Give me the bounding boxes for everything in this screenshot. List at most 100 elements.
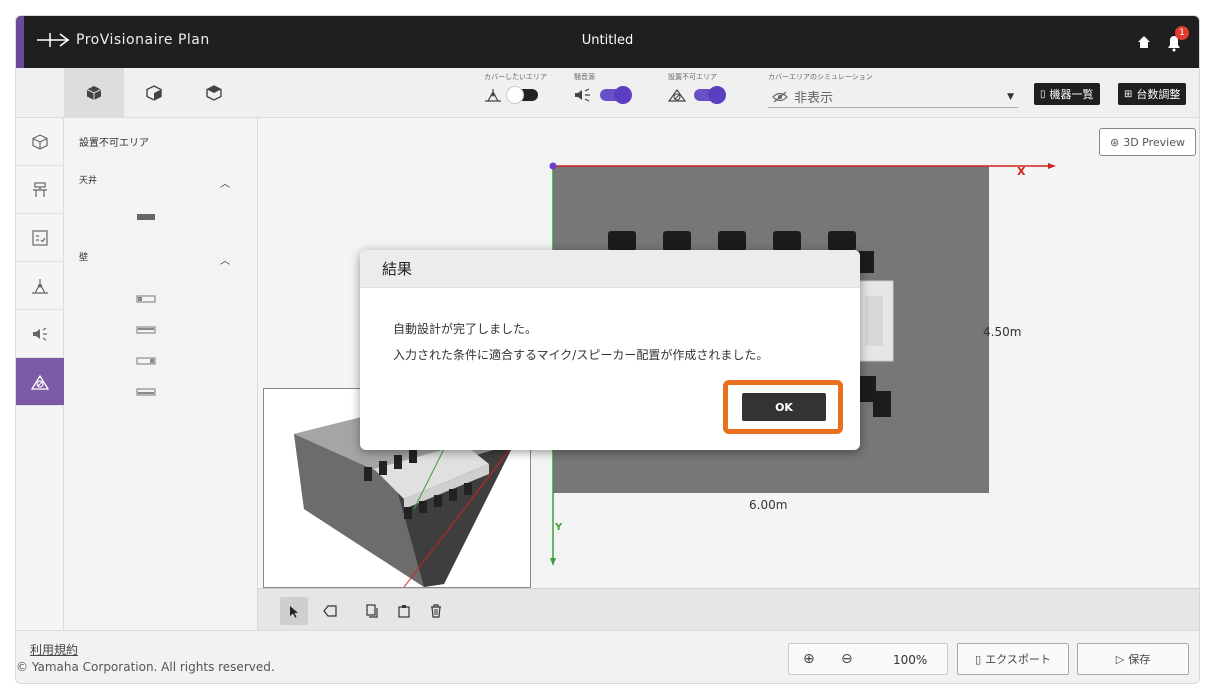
zoom-controls: ⊕ ⊖ 100% bbox=[788, 643, 948, 675]
noise-toggle[interactable] bbox=[600, 86, 632, 104]
chevron-down-icon: ▼ bbox=[1007, 91, 1014, 102]
room-cube-icon bbox=[32, 133, 48, 150]
document-icon: ▯ bbox=[1040, 88, 1046, 100]
panel-title: 設置不可エリア bbox=[79, 138, 149, 149]
speaker-noise-icon bbox=[575, 88, 590, 102]
3d-preview-label: 3D Preview bbox=[1123, 135, 1185, 149]
chair bbox=[828, 231, 856, 251]
wall-device-item-2[interactable] bbox=[136, 319, 156, 338]
ceiling-device-item[interactable] bbox=[136, 206, 156, 225]
cover-area-label: カバーしたいエリア bbox=[484, 73, 547, 81]
sidebar-item-cover-area[interactable] bbox=[16, 262, 64, 310]
app-footer: 利用規約 © Yamaha Corporation. All rights re… bbox=[16, 630, 1199, 683]
coverage-simulation-select[interactable]: 非表示 ▼ bbox=[768, 86, 1018, 108]
y-axis-arrow bbox=[550, 558, 556, 566]
view-tab-3d-side[interactable] bbox=[124, 68, 184, 118]
sidebar-item-checklist[interactable] bbox=[16, 214, 64, 262]
device-count-label: 台数調整 bbox=[1136, 88, 1181, 101]
export-label: エクスポート bbox=[985, 653, 1051, 666]
coverage-simulation-value: 非表示 bbox=[794, 91, 834, 106]
grid-icon: ⊞ bbox=[1124, 88, 1133, 100]
no-install-toggle[interactable] bbox=[694, 86, 726, 104]
view-tab-3d-top[interactable] bbox=[184, 68, 244, 118]
chair bbox=[858, 251, 874, 273]
area-tool-button[interactable] bbox=[316, 597, 344, 625]
result-dialog: 結果 自動設計が完了しました。 入力された条件に適合するマイク/スピーカー配置が… bbox=[360, 250, 860, 450]
select-tool-button[interactable] bbox=[280, 597, 308, 625]
dialog-message-line-1: 自動設計が完了しました。 bbox=[393, 322, 538, 336]
copyright-text: © Yamaha Corporation. All rights reserve… bbox=[16, 660, 275, 674]
noise-label: 騒音源 bbox=[574, 73, 595, 81]
coverage-simulation-label: カバーエリアのシミュレーション bbox=[768, 73, 873, 81]
ok-button[interactable]: OK bbox=[742, 393, 826, 421]
sidebar-item-no-install[interactable] bbox=[16, 358, 64, 406]
home-icon[interactable] bbox=[1137, 34, 1151, 53]
table-inner bbox=[865, 296, 883, 346]
sidebar-item-room[interactable] bbox=[16, 118, 64, 166]
chair bbox=[873, 391, 891, 417]
cover-area-toggle-group: カバーしたいエリア bbox=[484, 72, 547, 104]
delete-button[interactable] bbox=[422, 597, 450, 625]
cube-icon: ⊛ bbox=[1109, 135, 1120, 149]
copy-button[interactable] bbox=[358, 597, 386, 625]
trash-icon bbox=[431, 604, 441, 618]
paste-button[interactable] bbox=[390, 597, 418, 625]
x-axis-arrow bbox=[1048, 163, 1056, 169]
export-icon: ▯ bbox=[975, 652, 982, 666]
room-depth-dimension: 4.50m bbox=[983, 325, 1022, 339]
device-count-button[interactable]: ⊞ 台数調整 bbox=[1118, 83, 1187, 105]
no-install-icon bbox=[668, 88, 686, 102]
copy-icon bbox=[366, 604, 378, 618]
cube-outline-icon bbox=[206, 85, 222, 101]
zoom-level: 100% bbox=[893, 653, 928, 667]
device-side-panel: 設置不可エリア 天井 ︿ 壁 ︿ bbox=[64, 118, 258, 630]
app-header: ProVisionaire Plan Untitled 1 bbox=[16, 16, 1199, 68]
table-icon bbox=[33, 181, 47, 197]
wall-device-item-3[interactable] bbox=[136, 350, 156, 369]
wall-device-item-4[interactable] bbox=[136, 381, 156, 400]
chair bbox=[718, 231, 746, 251]
checklist-icon bbox=[32, 229, 48, 246]
polygon-area-icon bbox=[323, 605, 337, 617]
cover-area-icon bbox=[32, 278, 48, 294]
edit-toolbar bbox=[258, 588, 1199, 630]
view-tabs bbox=[64, 68, 258, 118]
dialog-title: 結果 bbox=[382, 260, 413, 278]
save-icon: ▷ bbox=[1115, 652, 1125, 666]
no-install-icon bbox=[30, 374, 50, 390]
export-button[interactable]: ▯ エクスポート bbox=[957, 643, 1069, 675]
notification-button[interactable]: 1 bbox=[1163, 26, 1189, 54]
coverage-simulation-group: カバーエリアのシミュレーション 非表示 ▼ bbox=[768, 72, 1018, 108]
app-window: ProVisionaire Plan Untitled 1 カバーしたいエリア … bbox=[15, 15, 1200, 684]
wall-section-label: 壁 bbox=[79, 253, 89, 263]
chair bbox=[608, 231, 636, 251]
cursor-arrow-icon bbox=[290, 606, 298, 618]
document-title: Untitled bbox=[581, 33, 634, 48]
device-list-button[interactable]: ▯ 機器一覧 bbox=[1034, 83, 1100, 105]
speaker-noise-icon bbox=[33, 327, 47, 340]
save-button[interactable]: ▷ 保存 bbox=[1077, 643, 1189, 675]
left-icon-bar bbox=[16, 118, 64, 630]
zoom-in-icon[interactable]: ⊕ bbox=[803, 651, 815, 667]
save-label: 保存 bbox=[1128, 653, 1151, 666]
3d-preview-button[interactable]: ⊛ 3D Preview bbox=[1098, 128, 1196, 156]
cover-area-toggle[interactable] bbox=[506, 86, 538, 104]
x-axis-label: X bbox=[1017, 165, 1026, 178]
room-width-dimension: 6.00m bbox=[749, 498, 788, 512]
main-toolbar: カバーしたいエリア 騒音源 設置不可エリア カバーエリアのシミュレーション 非表… bbox=[16, 68, 1199, 118]
sidebar-item-noise[interactable] bbox=[16, 310, 64, 358]
cube-solid-icon bbox=[86, 86, 102, 100]
view-tab-3d-front[interactable] bbox=[64, 68, 124, 118]
ceiling-collapse-chevron-icon[interactable]: ︿ bbox=[220, 175, 230, 190]
terms-link[interactable]: 利用規約 bbox=[30, 641, 78, 658]
dialog-header: 結果 bbox=[360, 250, 860, 288]
wall-collapse-chevron-icon[interactable]: ︿ bbox=[220, 252, 230, 267]
wall-device-item-1[interactable] bbox=[136, 288, 156, 307]
paste-icon bbox=[398, 605, 410, 618]
chair bbox=[663, 231, 691, 251]
ceiling-section-label: 天井 bbox=[79, 176, 98, 186]
zoom-out-icon[interactable]: ⊖ bbox=[841, 651, 853, 667]
no-install-toggle-group: 設置不可エリア bbox=[668, 72, 726, 104]
sidebar-item-furniture[interactable] bbox=[16, 166, 64, 214]
no-install-label: 設置不可エリア bbox=[668, 73, 717, 81]
